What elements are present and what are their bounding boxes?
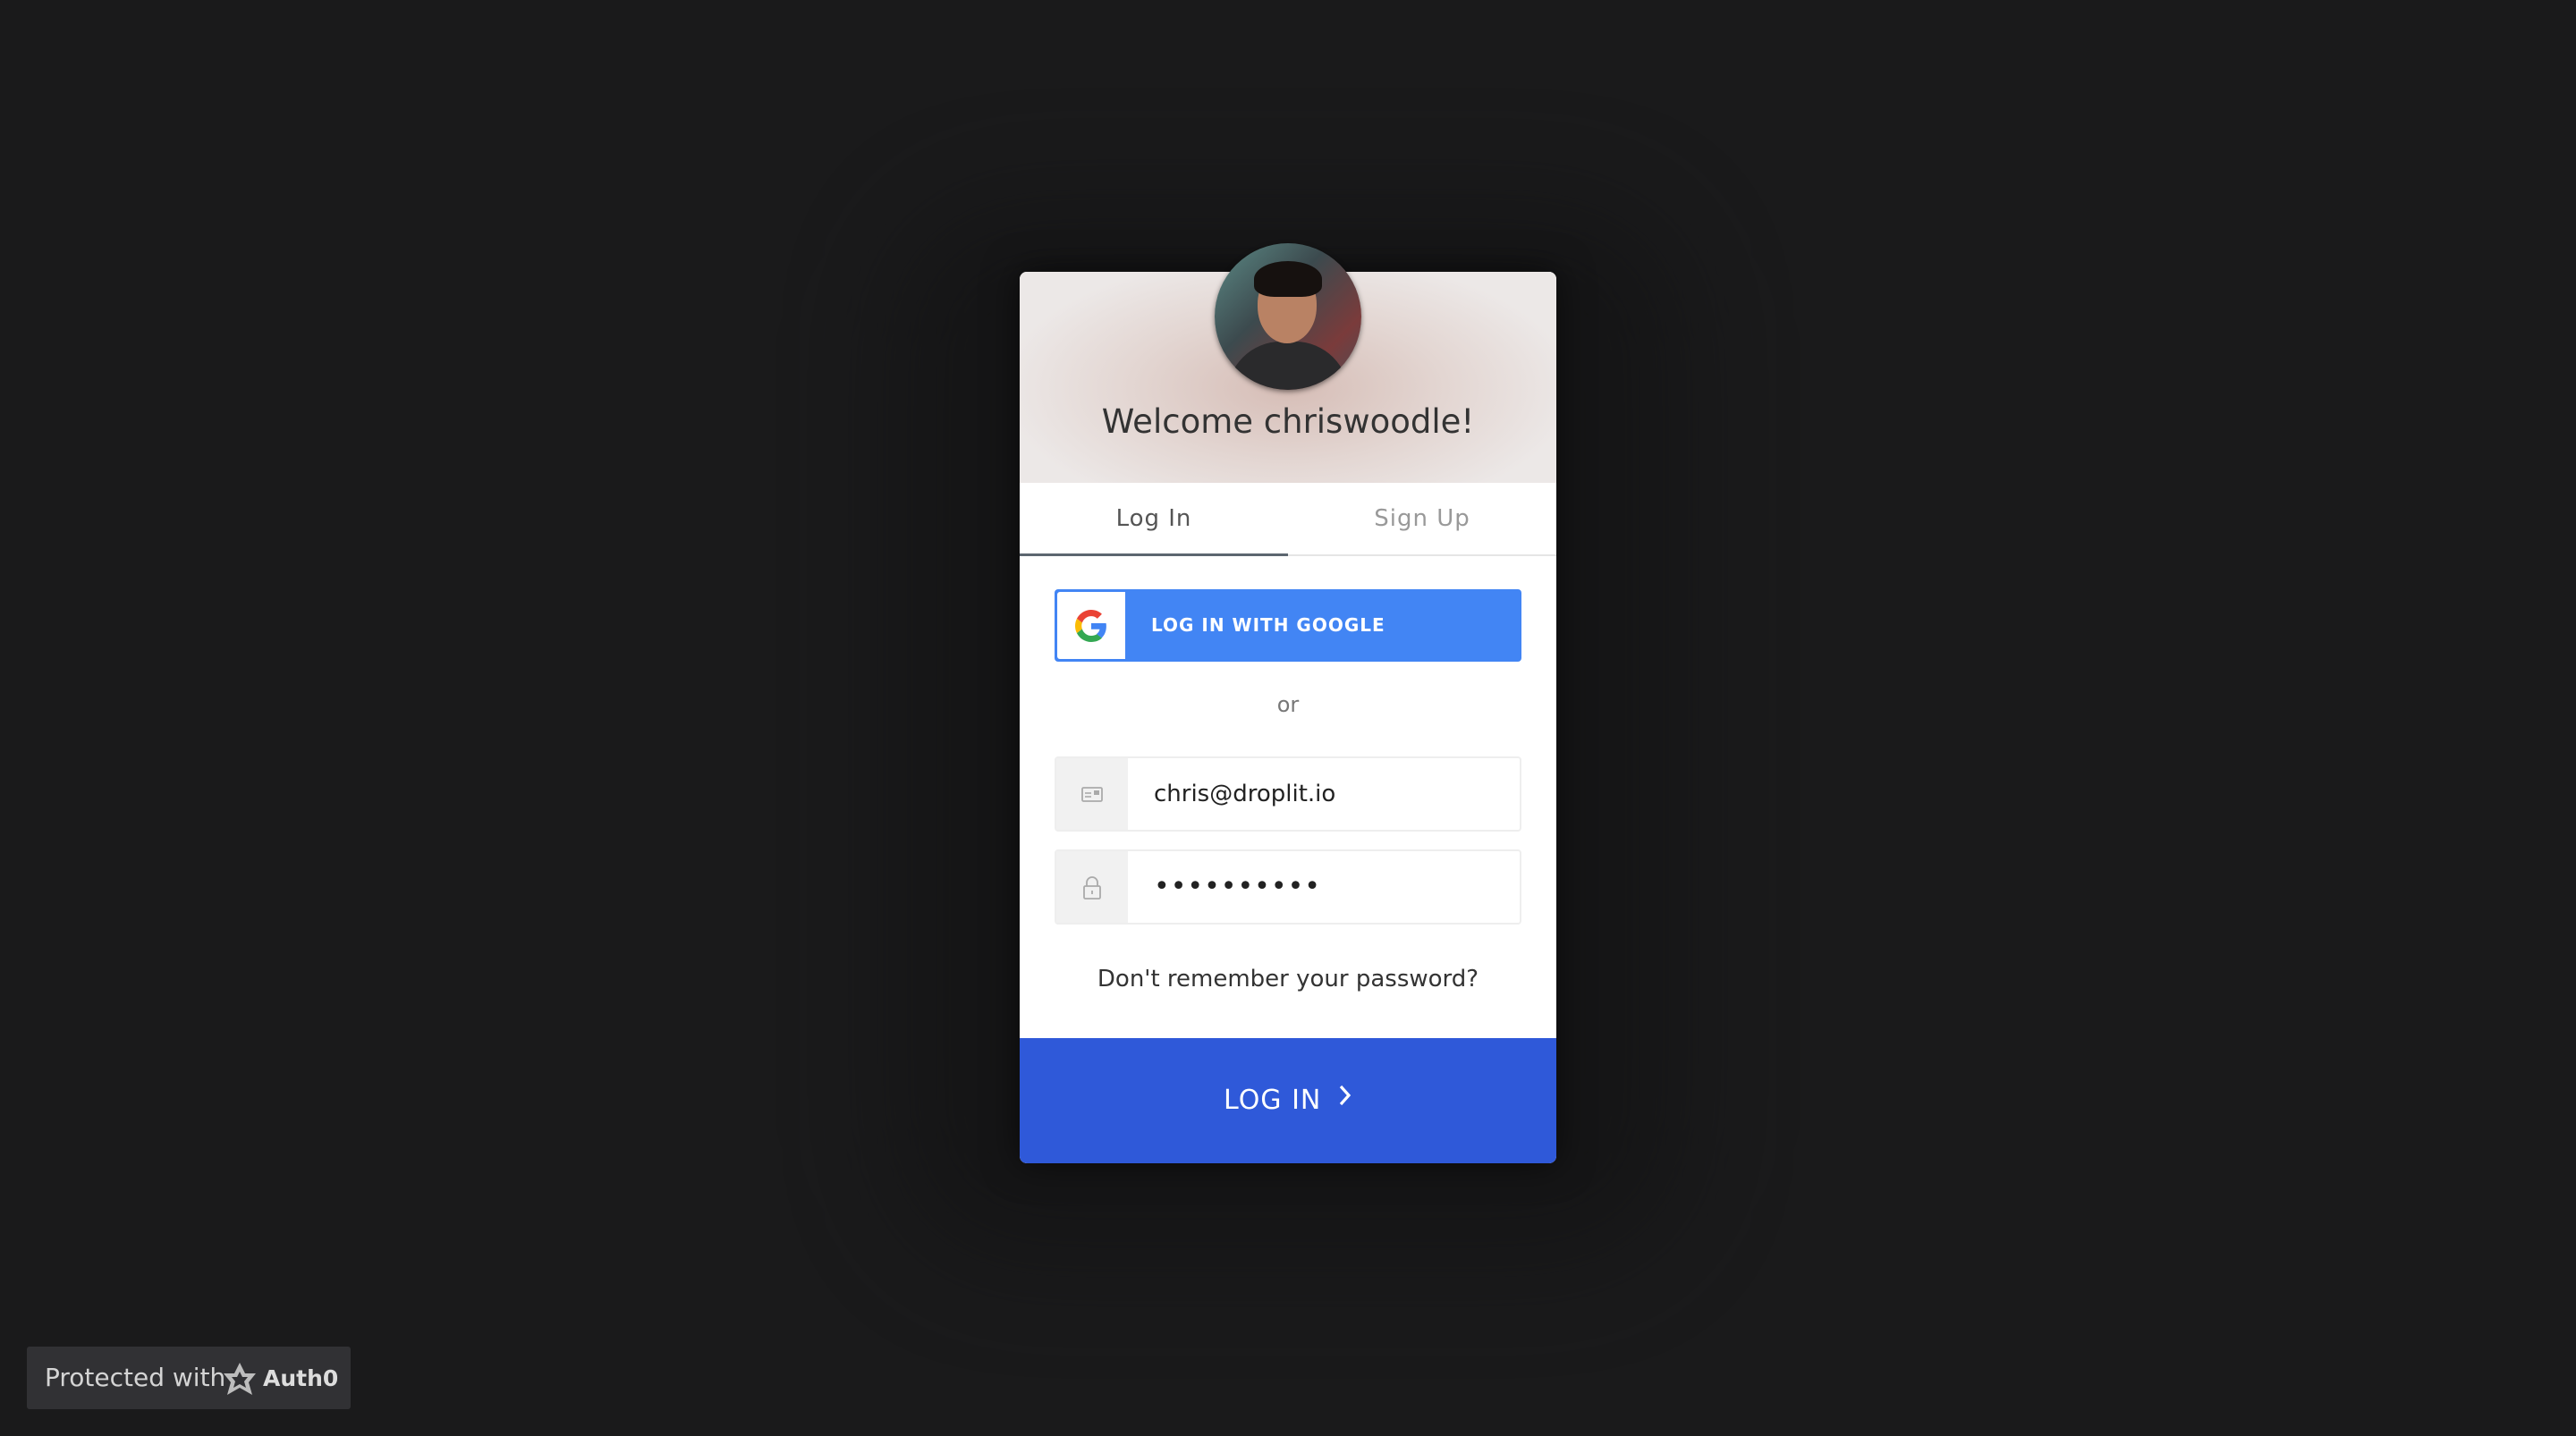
avatar xyxy=(1215,243,1361,390)
envelope-icon xyxy=(1056,758,1128,830)
google-login-label: LOG IN WITH GOOGLE xyxy=(1151,614,1385,636)
chevron-right-icon xyxy=(1338,1036,1352,1161)
log-in-button-label: LOG IN xyxy=(1224,1085,1322,1116)
google-g-icon xyxy=(1057,592,1125,659)
tab-log-in[interactable]: Log In xyxy=(1020,483,1288,556)
page: Welcome chriswoodle! Log In Sign Up LOG … xyxy=(0,0,2576,1436)
tab-sign-up[interactable]: Sign Up xyxy=(1288,483,1556,556)
or-separator: or xyxy=(1276,692,1300,717)
forgot-password-link[interactable]: Don't remember your password? xyxy=(1020,966,1556,993)
password-input[interactable]: •••••••••• xyxy=(1154,851,1321,923)
badge-prefix: Protected with xyxy=(45,1363,226,1392)
badge-brand: Auth0 xyxy=(263,1365,339,1391)
auth0-shield-icon xyxy=(222,1361,258,1400)
auth-tabs: Log In Sign Up xyxy=(1020,483,1556,556)
password-field[interactable]: •••••••••• xyxy=(1055,849,1521,925)
email-field[interactable]: chris@droplit.io xyxy=(1055,756,1521,832)
login-card: Welcome chriswoodle! Log In Sign Up LOG … xyxy=(1020,272,1556,1163)
welcome-title: Welcome chriswoodle! xyxy=(1101,402,1475,441)
google-login-button[interactable]: LOG IN WITH GOOGLE xyxy=(1055,589,1521,662)
lock-icon xyxy=(1056,851,1128,923)
log-in-button[interactable]: LOG IN xyxy=(1020,1038,1556,1163)
email-input[interactable]: chris@droplit.io xyxy=(1154,758,1335,830)
auth0-badge[interactable]: Protected with Auth0 xyxy=(27,1347,351,1409)
